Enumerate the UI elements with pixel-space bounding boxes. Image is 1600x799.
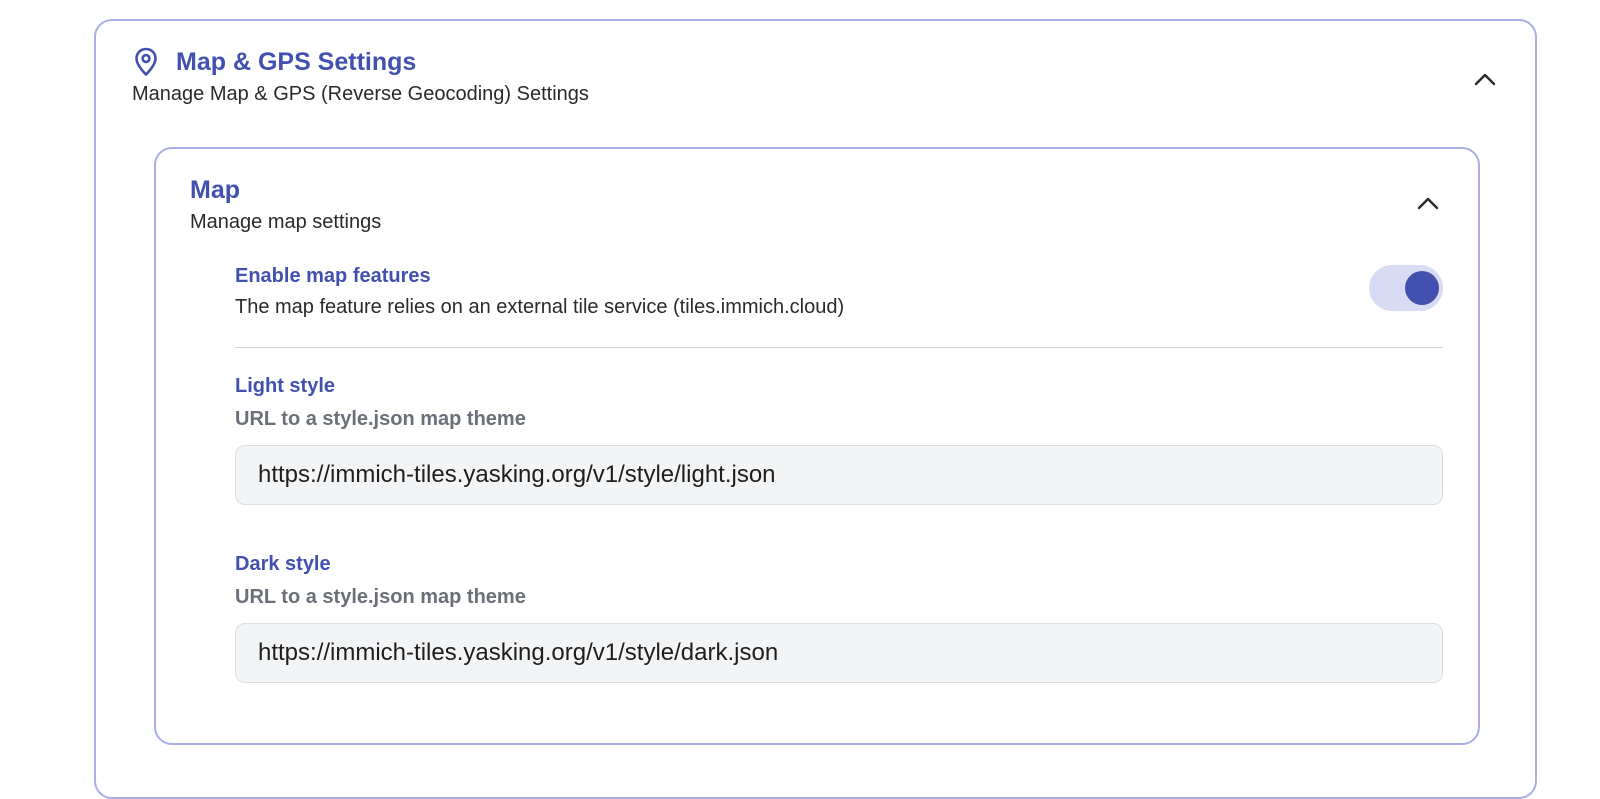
light-style-hint: URL to a style.json map theme <box>235 408 526 430</box>
enable-map-features-label: Enable map features <box>235 265 431 287</box>
light-style-setting: Light style URL to a style.json map them… <box>235 375 1443 505</box>
map-settings-card: Map Manage map settings Enable map featu… <box>154 147 1480 745</box>
dark-style-url-input[interactable] <box>235 623 1443 683</box>
dark-style-hint: URL to a style.json map theme <box>235 586 526 608</box>
enable-map-features-toggle[interactable] <box>1369 265 1443 311</box>
section-title-row: Map & GPS Settings <box>132 45 1499 79</box>
map-gps-settings-card: Map & GPS Settings Manage Map & GPS (Rev… <box>94 19 1537 799</box>
section-subtitle: Manage Map & GPS (Reverse Geocoding) Set… <box>132 83 589 105</box>
toggle-knob <box>1405 271 1439 305</box>
map-card-title: Map <box>190 176 240 204</box>
map-settings-header[interactable]: Map Manage map settings <box>190 173 381 234</box>
map-gps-settings-header[interactable]: Map & GPS Settings Manage Map & GPS (Rev… <box>132 45 1499 115</box>
section-title: Map & GPS Settings <box>176 47 417 76</box>
light-style-label: Light style <box>235 375 336 397</box>
light-style-url-input[interactable] <box>235 445 1443 505</box>
chevron-up-icon <box>1474 72 1496 91</box>
map-card-subtitle: Manage map settings <box>190 211 382 233</box>
collapse-map-button[interactable] <box>1408 185 1448 225</box>
dark-style-setting: Dark style URL to a style.json map theme <box>235 553 1443 683</box>
chevron-up-icon <box>1417 196 1439 215</box>
dark-style-label: Dark style <box>235 553 331 575</box>
enable-map-features-description: The map feature relies on an external ti… <box>235 296 845 318</box>
enable-map-features-setting: Enable map features The map feature reli… <box>235 265 1443 348</box>
map-pin-icon <box>134 46 162 78</box>
collapse-section-button[interactable] <box>1465 61 1505 101</box>
